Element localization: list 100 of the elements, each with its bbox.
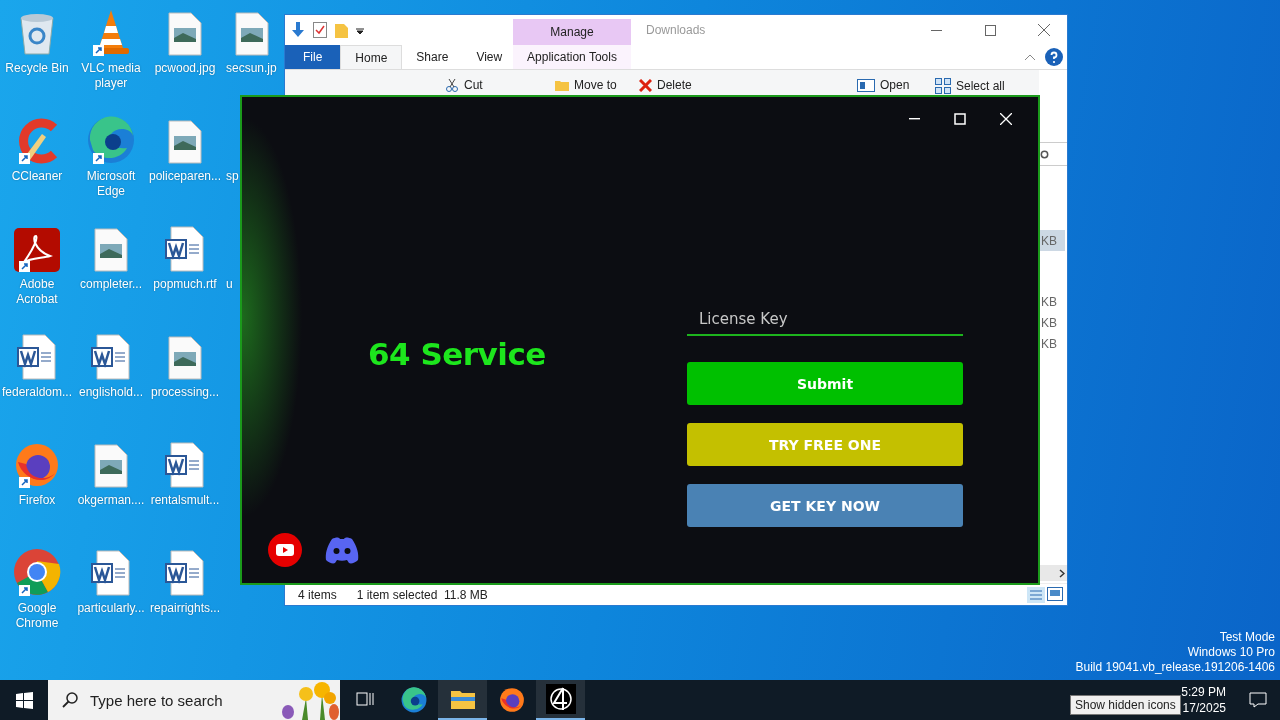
app-title: 64 Service: [368, 336, 547, 372]
desktop-icon-label[interactable]: pcwood.jpg: [148, 61, 222, 76]
folder-icon: [450, 689, 475, 709]
desktop-icon-label[interactable]: Recycle Bin: [0, 61, 74, 76]
file-size-cell: KB: [1039, 230, 1065, 251]
ribbon-tab[interactable]: Home: [340, 45, 403, 69]
close-icon: [1038, 24, 1050, 36]
contextual-tab-group: Manage: [513, 19, 631, 44]
system-notice-text: Build 19041.vb_release.191206-1406: [1075, 660, 1275, 675]
file-size-cell-text: KB: [1040, 314, 1058, 332]
search-icon: [48, 680, 90, 720]
ribbon-command[interactable]: Open: [857, 78, 910, 92]
word-document-icon: [17, 334, 57, 380]
license-key-field[interactable]: License Key: [687, 303, 963, 336]
delete-icon: [639, 78, 652, 92]
scroll-right-icon[interactable]: [1059, 568, 1065, 578]
word-document-icon: [91, 334, 131, 380]
chrome-icon: [13, 548, 61, 596]
desktop-icon-label[interactable]: Firefox: [0, 493, 74, 508]
large-icons-view-icon[interactable]: [1047, 586, 1063, 601]
window-icon: [857, 78, 875, 92]
task-view-icon: [354, 691, 375, 709]
desktop-icon-label[interactable]: CCleaner: [0, 169, 74, 184]
edge-icon: [400, 687, 427, 713]
collapse-ribbon-icon[interactable]: [1025, 54, 1035, 60]
clock-time[interactable]: 5:29 PM: [1181, 684, 1226, 700]
desktop-icon-label[interactable]: particularly...: [74, 601, 148, 616]
game-controller-icon[interactable]: [324, 536, 360, 564]
minimize-icon: [930, 29, 942, 31]
desktop-icon-label[interactable]: policeparen...: [148, 169, 222, 184]
properties-icon[interactable]: [313, 22, 327, 38]
dropdown-icon[interactable]: [356, 26, 364, 34]
desktop-icon-label[interactable]: englishold...: [74, 385, 148, 400]
image-file-icon: [167, 120, 203, 164]
firefox-icon: [14, 442, 60, 488]
desktop-icon-label[interactable]: okgerman....: [74, 493, 148, 508]
close-icon: [1000, 113, 1012, 125]
shortcut-arrow-icon: [19, 585, 30, 596]
ribbon-command[interactable]: Select all: [935, 78, 1005, 94]
clock-date[interactable]: 17/2025: [1182, 700, 1226, 716]
image-file-icon: [234, 12, 270, 56]
maximize-icon: [984, 24, 996, 36]
image-file-icon: [167, 12, 203, 56]
firefox-icon: [498, 687, 525, 713]
scissors-icon: [445, 78, 459, 92]
word-document-icon: [91, 550, 131, 596]
ribbon-tab[interactable]: Share: [402, 45, 463, 69]
taskbar-app[interactable]: [536, 680, 585, 720]
desktop-icon-label[interactable]: secsun.jp: [222, 61, 277, 76]
system-notice-text: Windows 10 Pro: [1187, 645, 1275, 660]
notification-icon[interactable]: [1249, 692, 1267, 708]
video-play-icon[interactable]: [268, 533, 302, 567]
action-button[interactable]: TRY FREE ONE: [687, 423, 963, 466]
search-icon[interactable]: [1040, 149, 1049, 159]
help-icon[interactable]: [1045, 48, 1063, 66]
system-notice-text: Test Mode: [1219, 630, 1275, 645]
windows-logo-icon: [15, 691, 33, 709]
ribbon-command[interactable]: Move to: [555, 78, 617, 92]
tooltip: Show hidden icons: [1070, 695, 1181, 715]
action-button[interactable]: GET KEY NOW: [687, 484, 963, 527]
ribbon-command[interactable]: Delete: [639, 78, 692, 92]
desktop-icon-label[interactable]: Google Chrome: [0, 601, 74, 631]
desktop-icon-label[interactable]: sp: [222, 169, 239, 184]
desktop-icon-label[interactable]: repairrights...: [148, 601, 222, 616]
shortcut-arrow-icon: [93, 153, 104, 164]
desktop-icon-label[interactable]: u: [222, 277, 233, 292]
app-logo-icon: [545, 684, 576, 714]
word-document-icon: [165, 550, 205, 596]
desktop-icon-label[interactable]: Microsoft Edge: [74, 169, 148, 199]
shortcut-arrow-icon: [19, 477, 30, 488]
image-file-icon: [167, 336, 203, 380]
image-file-icon: [93, 444, 129, 488]
maximize-icon: [954, 113, 966, 125]
desktop-icon-label[interactable]: Adobe Acrobat: [0, 277, 74, 307]
ribbon-command[interactable]: Cut: [445, 78, 483, 92]
desktop-icon-label[interactable]: VLC media player: [74, 61, 148, 91]
word-document-icon: [165, 442, 205, 488]
desktop-icon-label[interactable]: completer...: [74, 277, 148, 292]
folder-icon: [555, 79, 569, 91]
acrobat-icon: [14, 228, 60, 272]
grid-icon: [935, 78, 951, 94]
selection-info: 1 item selected 11.8 MB: [356, 587, 488, 602]
file-size-cell-text: KB: [1040, 335, 1058, 353]
desktop-icon-label[interactable]: processing...: [148, 385, 222, 400]
shortcut-arrow-icon: [19, 153, 30, 164]
edge-icon: [87, 116, 135, 164]
minimize-icon: [908, 118, 920, 120]
ribbon-tab[interactable]: File: [285, 45, 341, 69]
download-arrow-icon[interactable]: [291, 22, 305, 38]
image-file-icon: [93, 228, 129, 272]
action-button[interactable]: Submit: [687, 362, 963, 405]
word-document-icon: [165, 226, 205, 272]
window-title: Downloads: [646, 23, 706, 37]
item-count: 4 items: [298, 587, 337, 602]
file-size-cell-text: KB: [1040, 293, 1058, 311]
desktop-icon-label[interactable]: rentalsmult...: [148, 493, 222, 508]
shortcut-arrow-icon: [93, 45, 104, 56]
taskbar-app[interactable]: [438, 680, 487, 720]
desktop-icon-label[interactable]: federaldom...: [0, 385, 74, 400]
desktop-icon-label[interactable]: popmuch.rtf: [148, 277, 222, 292]
